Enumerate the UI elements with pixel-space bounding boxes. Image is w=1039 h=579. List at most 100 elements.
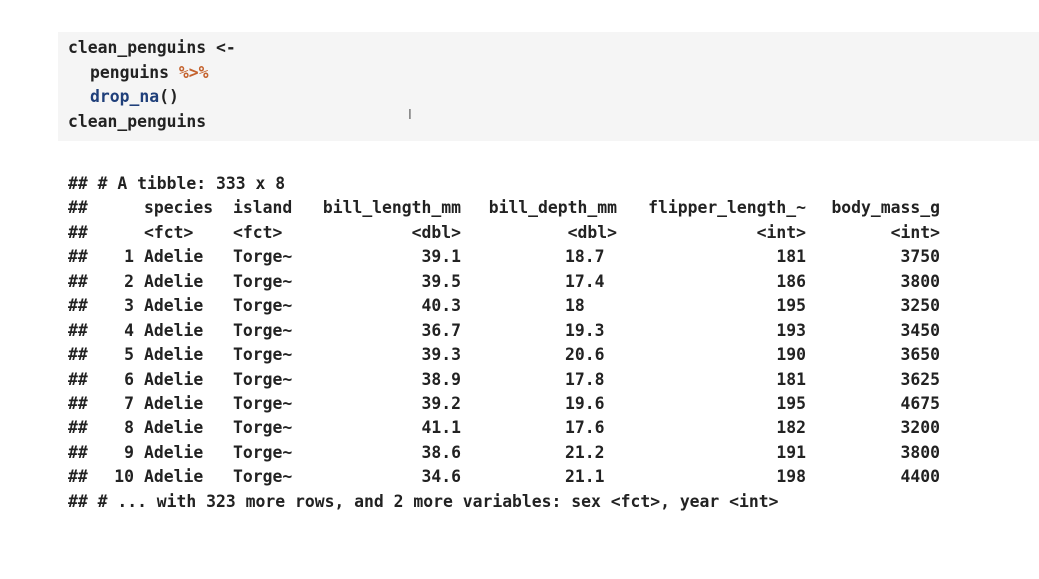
cell-flipper-length: 181	[776, 369, 806, 389]
cell-bill-length: 39.1	[421, 247, 461, 267]
table-row: ## 6 Adelie Torge~ 38.9 17.8 181 3625	[68, 368, 940, 392]
cell-bill-length: 36.7	[421, 320, 461, 340]
cell-flipper-length: 190	[776, 345, 806, 365]
pipe-operator: %>%	[178, 62, 209, 82]
cell-species: Adelie	[144, 393, 204, 413]
column-header-island: island	[233, 198, 293, 218]
table-row: ## 7 Adelie Torge~ 39.2 19.6 195 4675	[68, 392, 940, 416]
cell-body-mass: 4400	[900, 467, 940, 487]
cell-flipper-length: 191	[776, 442, 806, 462]
output-prefix: ##	[68, 198, 88, 218]
cell-flipper-length: 198	[776, 467, 806, 487]
column-header-flipper-length: flipper_length_~	[648, 198, 806, 218]
cell-species: Adelie	[144, 247, 204, 267]
table-row: ## 2 Adelie Torge~ 39.5 17.4 186 3800	[68, 270, 940, 294]
row-number: 1	[124, 247, 134, 267]
output-prefix: ##	[68, 320, 88, 340]
cell-species: Adelie	[144, 345, 204, 365]
cell-body-mass: 3800	[900, 271, 940, 291]
tibble-footer: ## # ... with 323 more rows, and 2 more …	[68, 491, 779, 511]
cell-island: Torge~	[233, 442, 293, 462]
cell-species: Adelie	[144, 467, 204, 487]
cell-bill-depth: 18.7	[565, 247, 605, 267]
column-header-species: species	[144, 198, 214, 218]
cell-species: Adelie	[144, 271, 204, 291]
text-cursor-icon: I	[408, 108, 412, 123]
output-prefix: ##	[68, 467, 88, 487]
cell-flipper-length: 181	[776, 247, 806, 267]
cell-body-mass: 3750	[900, 247, 940, 267]
row-number: 5	[124, 345, 134, 365]
cell-island: Torge~	[233, 320, 293, 340]
cell-bill-length: 39.2	[421, 393, 461, 413]
column-type-flipper-length: <int>	[756, 222, 806, 242]
console-output: ## # A tibble: 333 x 8 ## species island…	[68, 172, 940, 514]
cell-island: Torge~	[233, 393, 293, 413]
row-number: 3	[124, 296, 134, 316]
cell-flipper-length: 195	[776, 296, 806, 316]
cell-body-mass: 3625	[900, 369, 940, 389]
cell-bill-depth: 17.4	[565, 271, 605, 291]
code-variable: penguins	[90, 62, 169, 82]
code-line-assignment: clean_penguins <-	[68, 38, 236, 57]
column-header-bill-length: bill_length_mm	[322, 198, 461, 218]
output-prefix: ##	[68, 345, 88, 365]
column-type-island: <fct>	[233, 222, 283, 242]
cell-bill-length: 39.5	[421, 271, 461, 291]
code-line-print: clean_penguins	[68, 111, 207, 131]
row-number: 10	[114, 467, 134, 487]
output-prefix: ##	[68, 247, 88, 267]
cell-species: Adelie	[144, 418, 204, 438]
row-number: 2	[124, 271, 134, 291]
output-prefix: ##	[68, 222, 88, 242]
row-number: 6	[124, 369, 134, 389]
cell-bill-length: 41.1	[421, 418, 461, 438]
cell-body-mass: 3650	[900, 345, 940, 365]
cell-body-mass: 3800	[900, 442, 940, 462]
cell-island: Torge~	[233, 369, 293, 389]
cell-body-mass: 4675	[900, 393, 940, 413]
cell-island: Torge~	[233, 345, 293, 365]
cell-bill-depth: 17.6	[565, 418, 605, 438]
cell-bill-depth: 18	[565, 296, 585, 316]
cell-species: Adelie	[144, 442, 204, 462]
cell-island: Torge~	[233, 467, 293, 487]
cell-bill-depth: 19.6	[565, 393, 605, 413]
cell-bill-depth: 19.3	[565, 320, 605, 340]
column-names-row: ## species island bill_length_mm bill_de…	[68, 196, 940, 220]
function-parens: ()	[159, 87, 179, 107]
cell-flipper-length: 182	[776, 418, 806, 438]
column-type-bill-depth: <dbl>	[567, 222, 617, 242]
cell-bill-depth: 21.1	[565, 467, 605, 487]
table-row: ## 9 Adelie Torge~ 38.6 21.2 191 3800	[68, 441, 940, 465]
column-type-species: <fct>	[144, 222, 194, 242]
cell-bill-length: 34.6	[421, 467, 461, 487]
table-row: ## 8 Adelie Torge~ 41.1 17.6 182 3200	[68, 416, 940, 440]
cell-bill-length: 38.9	[421, 369, 461, 389]
row-number: 9	[124, 442, 134, 462]
function-name: drop_na	[90, 87, 160, 107]
cell-species: Adelie	[144, 296, 204, 316]
cell-bill-length: 38.6	[421, 442, 461, 462]
table-row: ## 10 Adelie Torge~ 34.6 21.1 198 4400	[68, 465, 940, 489]
cell-body-mass: 3200	[900, 418, 940, 438]
table-row: ## 5 Adelie Torge~ 39.3 20.6 190 3650	[68, 343, 940, 367]
row-number: 4	[124, 320, 134, 340]
row-number: 7	[124, 393, 134, 413]
cell-island: Torge~	[233, 418, 293, 438]
cell-island: Torge~	[233, 247, 293, 267]
column-header-bill-depth: bill_depth_mm	[488, 198, 617, 218]
column-types-row: ## <fct> <fct> <dbl> <dbl> <int> <int>	[68, 221, 940, 245]
cell-island: Torge~	[233, 271, 293, 291]
tibble-rows: ## 1 Adelie Torge~ 39.1 18.7 181 3750 ## 2 Adelie T…	[68, 245, 940, 489]
code-chunk: clean_penguins <- penguins %>% drop_na()…	[58, 32, 1039, 141]
cell-species: Adelie	[144, 320, 204, 340]
cell-flipper-length: 195	[776, 393, 806, 413]
output-prefix: ##	[68, 296, 88, 316]
output-prefix: ##	[68, 369, 88, 389]
column-header-body-mass: body_mass_g	[831, 198, 940, 218]
cell-bill-length: 39.3	[421, 345, 461, 365]
table-row: ## 1 Adelie Torge~ 39.1 18.7 181 3750	[68, 245, 940, 269]
output-prefix: ##	[68, 418, 88, 438]
column-type-body-mass: <int>	[890, 222, 940, 242]
